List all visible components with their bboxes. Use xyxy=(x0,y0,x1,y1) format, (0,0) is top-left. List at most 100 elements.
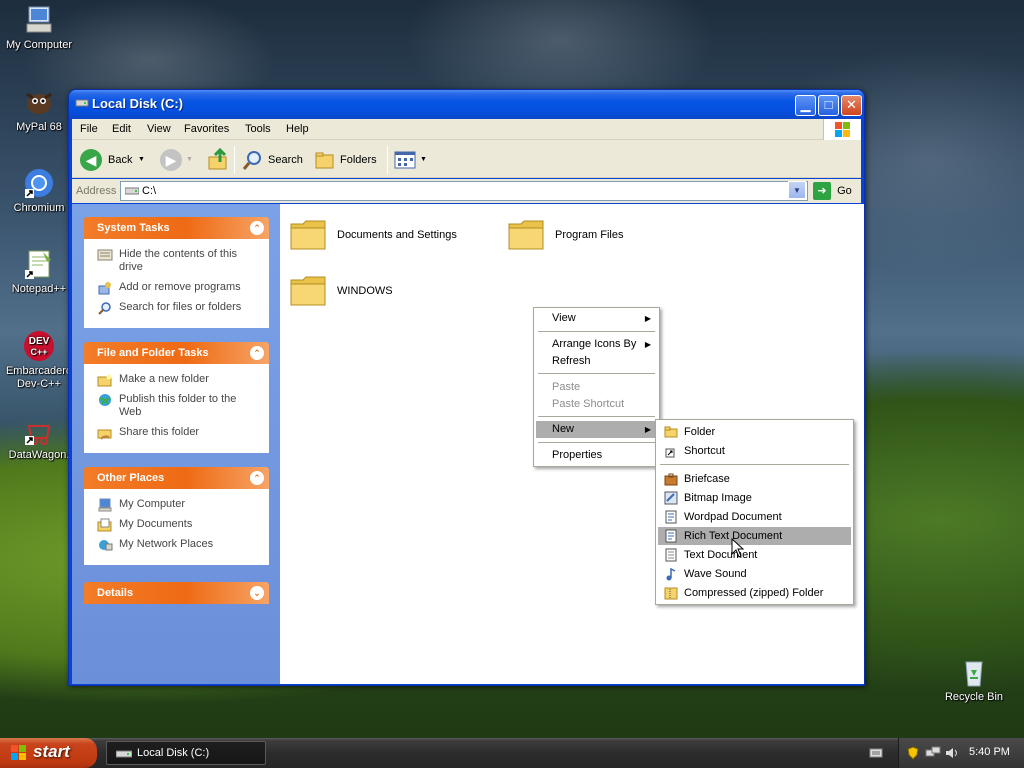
forward-button[interactable]: ▶ ▼ xyxy=(160,148,194,172)
panel-header[interactable]: Other Places ⌃ xyxy=(84,467,269,489)
new-compressed-folder[interactable]: Compressed (zipped) Folder xyxy=(658,584,851,602)
new-folder[interactable]: Folder xyxy=(658,423,851,441)
menu-help[interactable]: Help xyxy=(286,123,309,135)
task-link[interactable]: My Documents xyxy=(97,518,260,532)
address-value: C:\ xyxy=(142,185,157,197)
wordpad-document-icon xyxy=(665,510,677,524)
keyboard-icon[interactable] xyxy=(869,747,883,759)
task-link[interactable]: My Computer xyxy=(97,498,260,512)
ctx-view[interactable]: View ▶ xyxy=(536,310,657,327)
toolbar-separator xyxy=(234,146,235,174)
new-text-document[interactable]: Text Document xyxy=(658,546,851,564)
menu-tools[interactable]: Tools xyxy=(245,123,271,135)
close-icon: ✕ xyxy=(846,97,857,112)
ctx-properties[interactable]: Properties xyxy=(536,447,657,464)
collapse-icon[interactable]: ⌃ xyxy=(250,471,264,485)
address-dropdown-button[interactable]: ▼ xyxy=(788,181,806,199)
go-arrow-icon: ➜ xyxy=(813,182,831,200)
search-label: Search xyxy=(268,154,303,166)
menu-view[interactable]: View xyxy=(147,123,171,135)
new-bitmap-image[interactable]: Bitmap Image xyxy=(658,489,851,507)
desktop-icon-devcpp[interactable]: DEV C++ Embarcadero Dev-C++ xyxy=(0,330,78,391)
volume-icon[interactable] xyxy=(945,746,959,760)
folder-item[interactable]: WINDOWS xyxy=(289,272,439,312)
desktop-icon-datawagon[interactable]: DataWagon. xyxy=(0,414,78,462)
ctx-paste[interactable]: Paste xyxy=(536,379,657,396)
folder-item[interactable]: Program Files xyxy=(507,216,657,256)
ctx-arrange-icons[interactable]: Arrange Icons By ▶ xyxy=(536,336,657,353)
go-button[interactable]: ➜ Go xyxy=(813,182,852,200)
security-shield-icon[interactable] xyxy=(907,746,919,760)
desktop-icon-mypal[interactable]: MyPal 68 xyxy=(0,86,78,134)
new-briefcase[interactable]: Briefcase xyxy=(658,470,851,488)
task-link[interactable]: Make a new folder xyxy=(97,373,260,387)
address-input[interactable]: C:\ xyxy=(120,181,808,201)
zip-folder-icon xyxy=(664,587,678,600)
network-places-icon xyxy=(99,540,113,551)
minimize-button[interactable]: ▁ xyxy=(795,95,816,116)
collapse-icon[interactable]: ⌃ xyxy=(250,221,264,235)
panel-title: File and Folder Tasks xyxy=(97,347,209,359)
toolbar: ◀ Back ▼ ▶ ▼ Search Folders ▼ xyxy=(72,140,861,178)
chevron-down-icon: ▼ xyxy=(793,186,801,195)
desktop-icon-recycle-bin[interactable]: Recycle Bin xyxy=(935,656,1013,704)
menu-file[interactable]: File xyxy=(80,123,98,135)
ctx-new[interactable]: New ▶ xyxy=(536,421,657,438)
folder-item[interactable]: Documents and Settings xyxy=(289,216,489,256)
new-shortcut[interactable]: Shortcut xyxy=(658,442,851,460)
network-icon[interactable] xyxy=(925,746,941,760)
title-bar[interactable]: Local Disk (C:) ▁ □ ✕ xyxy=(69,90,864,119)
desktop-icon-label: Notepad++ xyxy=(11,283,67,295)
svg-text:DEV: DEV xyxy=(29,336,50,347)
briefcase-icon xyxy=(664,473,678,486)
folder-name: WINDOWS xyxy=(337,285,393,297)
panel-header[interactable]: File and Folder Tasks ⌃ xyxy=(84,342,269,364)
folder-icon xyxy=(664,426,678,438)
minimize-icon: ▁ xyxy=(800,97,811,112)
desktop-icon-label: MyPal 68 xyxy=(16,121,62,133)
taskbar-button-local-disk[interactable]: Local Disk (C:) xyxy=(106,741,266,765)
maximize-button[interactable]: □ xyxy=(818,95,839,116)
task-link[interactable]: Add or remove programs xyxy=(97,281,260,295)
back-button[interactable]: ◀ Back ▼ xyxy=(80,148,148,172)
submenu-arrow-icon: ▶ xyxy=(644,425,651,434)
start-button[interactable]: start xyxy=(0,738,97,768)
task-link[interactable]: Hide the contents of this drive xyxy=(97,248,260,274)
mypal-browser-icon xyxy=(23,86,55,118)
desktop-icon-chromium[interactable]: Chromium xyxy=(0,167,78,215)
collapse-icon[interactable]: ⌃ xyxy=(250,346,264,360)
ctx-refresh[interactable]: Refresh xyxy=(536,353,657,370)
new-wave-sound[interactable]: Wave Sound xyxy=(658,565,851,583)
panel-header[interactable]: System Tasks ⌃ xyxy=(84,217,269,239)
new-wordpad-document[interactable]: Wordpad Document xyxy=(658,508,851,526)
desktop-icon-my-computer[interactable]: My Computer xyxy=(0,4,78,52)
task-link[interactable]: Publish this folder to the Web xyxy=(97,393,260,419)
drive-icon xyxy=(125,187,139,195)
task-link[interactable]: Search for files or folders xyxy=(97,301,260,315)
up-folder-button[interactable] xyxy=(207,147,231,172)
submenu-arrow-icon: ▶ xyxy=(644,314,651,323)
clock[interactable]: 5:40 PM xyxy=(969,746,1010,758)
go-label: Go xyxy=(837,185,852,197)
publish-web-icon xyxy=(99,394,111,406)
expand-icon[interactable]: ⌄ xyxy=(250,586,264,600)
task-link[interactable]: My Network Places xyxy=(97,538,260,551)
menu-favorites[interactable]: Favorites xyxy=(184,123,229,135)
panel-header[interactable]: Details ⌄ xyxy=(84,582,269,604)
close-button[interactable]: ✕ xyxy=(841,95,862,116)
desktop-icon-label: Recycle Bin xyxy=(944,691,1004,703)
folders-button[interactable]: Folders xyxy=(314,148,380,172)
menu-edit[interactable]: Edit xyxy=(112,123,131,135)
desktop-icon-notepadpp[interactable]: Notepad++ xyxy=(0,248,78,296)
add-remove-programs-icon xyxy=(98,282,111,295)
views-button[interactable]: ▼ xyxy=(394,148,428,172)
computer-icon xyxy=(98,498,112,512)
ctx-paste-shortcut[interactable]: Paste Shortcut xyxy=(536,396,657,413)
task-pane: System Tasks ⌃ Hide the contents of this… xyxy=(72,204,280,684)
new-rich-text-document[interactable]: Rich Text Document xyxy=(658,527,851,545)
search-button[interactable]: Search xyxy=(242,148,304,172)
panel-title: System Tasks xyxy=(97,222,170,234)
windows-logo xyxy=(823,119,861,140)
start-label: start xyxy=(33,742,70,761)
task-link[interactable]: Share this folder xyxy=(97,426,260,440)
